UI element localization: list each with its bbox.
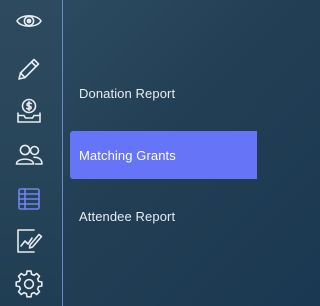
donation-inbox-icon[interactable] <box>14 96 44 126</box>
gear-icon[interactable] <box>14 269 44 299</box>
menu-item-donation-report[interactable]: Donation Report <box>70 69 257 117</box>
reports-navigation: Donation Report Matching Grants Attendee… <box>0 0 257 306</box>
menu-item-label: Donation Report <box>79 85 176 101</box>
chart-document-icon[interactable] <box>14 226 44 256</box>
eye-icon[interactable] <box>14 6 44 36</box>
report-submenu: Donation Report Matching Grants Attendee… <box>63 0 257 306</box>
people-icon[interactable] <box>14 140 44 170</box>
menu-item-attendee-report[interactable]: Attendee Report <box>70 192 257 240</box>
menu-item-matching-grants[interactable]: Matching Grants <box>70 131 257 179</box>
menu-item-label: Matching Grants <box>79 147 176 163</box>
menu-item-label: Attendee Report <box>79 208 176 224</box>
icon-sidebar <box>0 0 63 306</box>
table-grid-icon[interactable] <box>14 184 44 214</box>
pencil-icon[interactable] <box>14 54 44 84</box>
